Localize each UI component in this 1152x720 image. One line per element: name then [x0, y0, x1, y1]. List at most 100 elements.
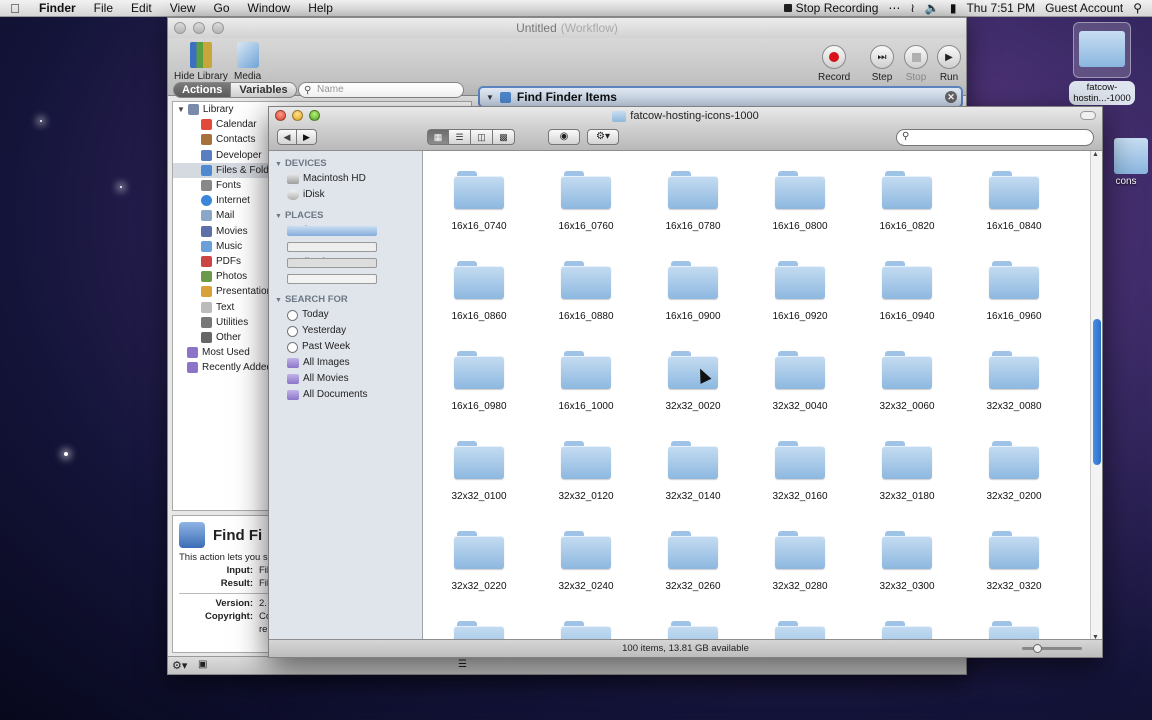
desktop-folder-icon[interactable]: fatcow-hostin...-1000: [1060, 22, 1144, 105]
zoom-button[interactable]: [309, 110, 320, 121]
folder-item[interactable]: 32x32_0300: [862, 531, 952, 592]
sidebar-item-all-movies[interactable]: All Movies: [269, 371, 422, 387]
close-button[interactable]: [174, 22, 186, 34]
folder-item-partial[interactable]: [648, 621, 738, 641]
folder-item[interactable]: 16x16_0920: [755, 261, 845, 322]
menu-view[interactable]: View: [161, 1, 205, 15]
vertical-scrollbar[interactable]: ▲ ▼: [1090, 151, 1102, 641]
menu-edit[interactable]: Edit: [122, 1, 161, 15]
sidebar-item-all-images[interactable]: All Images: [269, 355, 422, 371]
sidebar-item-all-documents[interactable]: All Documents: [269, 387, 422, 403]
menu-file[interactable]: File: [85, 1, 122, 15]
automator-titlebar[interactable]: Untitled (Workflow): [168, 18, 966, 38]
finder-search-input[interactable]: ⚲: [896, 129, 1094, 146]
folder-item-partial[interactable]: [862, 621, 952, 641]
close-icon[interactable]: ✕: [945, 91, 957, 103]
column-view-button[interactable]: ◫: [471, 129, 493, 145]
apple-icon[interactable]: : [0, 1, 30, 16]
sidebar-section-places[interactable]: ▼ PLACES: [269, 209, 422, 223]
folder-item[interactable]: 32x32_0280: [755, 531, 845, 592]
finder-titlebar[interactable]: fatcow-hosting-icons-1000: [269, 107, 1102, 125]
sidebar-item-guest[interactable]: Guest: [269, 239, 422, 255]
user-menu[interactable]: Guest Account: [1045, 1, 1123, 15]
folder-item[interactable]: 16x16_0740: [434, 171, 524, 232]
close-button[interactable]: [275, 110, 286, 121]
hide-library-button[interactable]: Hide Library: [174, 42, 228, 82]
icon-size-slider[interactable]: [1022, 647, 1082, 650]
folder-item[interactable]: 32x32_0020: [648, 351, 738, 412]
folder-item[interactable]: 16x16_0960: [969, 261, 1059, 322]
desktop-folder-icon-2[interactable]: cons: [1100, 138, 1152, 187]
folder-item-partial[interactable]: [969, 621, 1059, 641]
folder-item[interactable]: 16x16_0880: [541, 261, 631, 322]
folder-item[interactable]: 16x16_0820: [862, 171, 952, 232]
sidebar-item-applications[interactable]: Applications: [269, 255, 422, 271]
folder-item[interactable]: 16x16_0900: [648, 261, 738, 322]
icon-view-button[interactable]: ▦: [427, 129, 449, 145]
toggle-description-icon[interactable]: ▣: [198, 659, 207, 670]
sidebar-item-today[interactable]: Today: [269, 307, 422, 323]
folder-item[interactable]: 32x32_0080: [969, 351, 1059, 412]
folder-item[interactable]: 16x16_0800: [755, 171, 845, 232]
action-find-finder-items[interactable]: ▼ Find Finder Items ✕: [478, 86, 963, 108]
list-view-icon[interactable]: ☰: [458, 659, 467, 670]
wifi-icon[interactable]: ≀: [910, 1, 915, 15]
script-menu-icon[interactable]: ⋯: [888, 1, 900, 15]
folder-item[interactable]: 32x32_0200: [969, 441, 1059, 502]
folder-item[interactable]: 16x16_0940: [862, 261, 952, 322]
minimize-button[interactable]: [292, 110, 303, 121]
folder-item[interactable]: 32x32_0040: [755, 351, 845, 412]
scroll-thumb[interactable]: [1093, 319, 1101, 465]
sidebar-item-yesterday[interactable]: Yesterday: [269, 323, 422, 339]
folder-item[interactable]: 16x16_0860: [434, 261, 524, 322]
folder-item[interactable]: 32x32_0180: [862, 441, 952, 502]
folder-item[interactable]: 16x16_0780: [648, 171, 738, 232]
folder-item-partial[interactable]: [755, 621, 845, 641]
folder-item[interactable]: 32x32_0220: [434, 531, 524, 592]
menu-finder[interactable]: Finder: [30, 1, 85, 15]
library-search-input[interactable]: ⚲ Name: [298, 82, 464, 98]
back-button[interactable]: ◀: [277, 129, 297, 145]
folder-item[interactable]: 16x16_1000: [541, 351, 631, 412]
disclosure-icon[interactable]: ▼: [486, 93, 494, 102]
gear-icon[interactable]: ⚙▾: [172, 659, 187, 672]
menu-go[interactable]: Go: [205, 1, 239, 15]
sidebar-item-past-week[interactable]: Past Week: [269, 339, 422, 355]
disclosure-icon[interactable]: ▼: [275, 161, 282, 168]
folder-item[interactable]: 16x16_0760: [541, 171, 631, 232]
folder-item[interactable]: 32x32_0140: [648, 441, 738, 502]
toolbar-toggle-button[interactable]: [1080, 111, 1096, 120]
forward-button[interactable]: ▶: [297, 129, 317, 145]
sidebar-item-macintosh-hd[interactable]: Macintosh HD: [269, 171, 422, 187]
clock[interactable]: Thu 7:51 PM: [966, 1, 1035, 15]
media-button[interactable]: Media: [234, 42, 261, 82]
record-button[interactable]: Record: [818, 42, 850, 83]
sidebar-item-desktop[interactable]: Desktop: [269, 223, 422, 239]
tab-variables[interactable]: Variables: [231, 82, 297, 98]
folder-item-partial[interactable]: [434, 621, 524, 641]
zoom-button[interactable]: [212, 22, 224, 34]
folder-item[interactable]: 16x16_0980: [434, 351, 524, 412]
spotlight-icon[interactable]: ⚲: [1133, 1, 1142, 15]
folder-item[interactable]: 32x32_0240: [541, 531, 631, 592]
stop-button[interactable]: Stop: [904, 42, 928, 83]
folder-item[interactable]: 32x32_0260: [648, 531, 738, 592]
disclosure-icon[interactable]: ▼: [177, 102, 185, 117]
menu-help[interactable]: Help: [299, 1, 342, 15]
sidebar-item-documents[interactable]: Documents: [269, 271, 422, 287]
tab-actions[interactable]: Actions: [173, 82, 232, 98]
folder-item[interactable]: 32x32_0100: [434, 441, 524, 502]
folder-item[interactable]: 32x32_0060: [862, 351, 952, 412]
folder-item-partial[interactable]: [541, 621, 631, 641]
coverflow-view-button[interactable]: ▩: [493, 129, 515, 145]
disclosure-icon[interactable]: ▼: [275, 297, 282, 304]
volume-icon[interactable]: 🔈: [925, 1, 940, 15]
sidebar-item-idisk[interactable]: iDisk: [269, 187, 422, 203]
menu-window[interactable]: Window: [239, 1, 300, 15]
folder-item[interactable]: 32x32_0160: [755, 441, 845, 502]
action-menu-button[interactable]: ⚙▾: [587, 129, 619, 145]
icon-size-slider-knob[interactable]: [1033, 644, 1042, 653]
folder-item[interactable]: 32x32_0320: [969, 531, 1059, 592]
list-view-button[interactable]: ☰: [449, 129, 471, 145]
scroll-up-icon[interactable]: ▲: [1092, 151, 1099, 158]
